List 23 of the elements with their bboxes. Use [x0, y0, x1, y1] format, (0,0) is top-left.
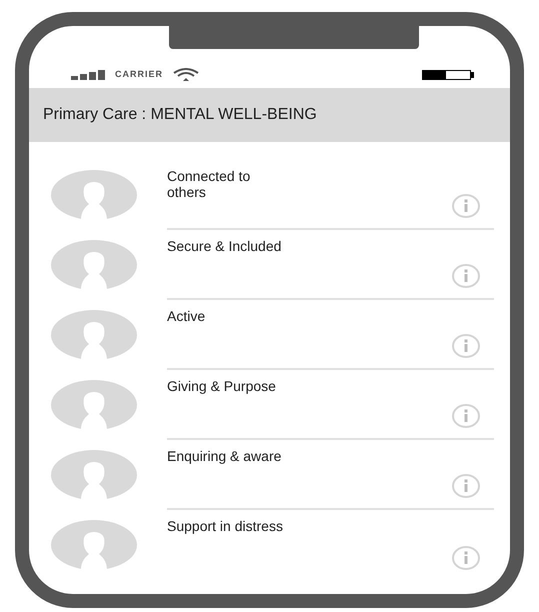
avatar-icon	[51, 170, 137, 220]
info-icon[interactable]	[452, 474, 480, 498]
item-label[interactable]: Secure & Included	[167, 238, 282, 254]
info-icon[interactable]	[452, 264, 480, 288]
info-icon[interactable]	[452, 334, 480, 358]
item-label[interactable]: Active	[167, 308, 206, 324]
avatar-icon	[51, 520, 137, 570]
signal-icon	[71, 70, 105, 80]
avatar-icon	[51, 240, 137, 290]
item-label[interactable]: Enquiring & aware	[167, 448, 282, 464]
item-label[interactable]: Support in distress	[167, 518, 283, 534]
avatar-icon	[51, 310, 137, 360]
carrier-label: CARRIER	[115, 68, 164, 82]
info-icon[interactable]	[452, 404, 480, 428]
battery-icon	[422, 70, 474, 80]
item-label[interactable]: Giving & Purpose	[167, 378, 276, 394]
avatar-icon	[51, 450, 137, 500]
wifi-icon	[173, 68, 200, 82]
info-icon[interactable]	[452, 194, 480, 218]
info-icon[interactable]	[452, 546, 480, 570]
header-title: Primary Care : MENTAL WELL-BEING	[43, 105, 317, 125]
item-label[interactable]: Connected to others	[167, 168, 250, 200]
avatar-icon	[51, 380, 137, 430]
